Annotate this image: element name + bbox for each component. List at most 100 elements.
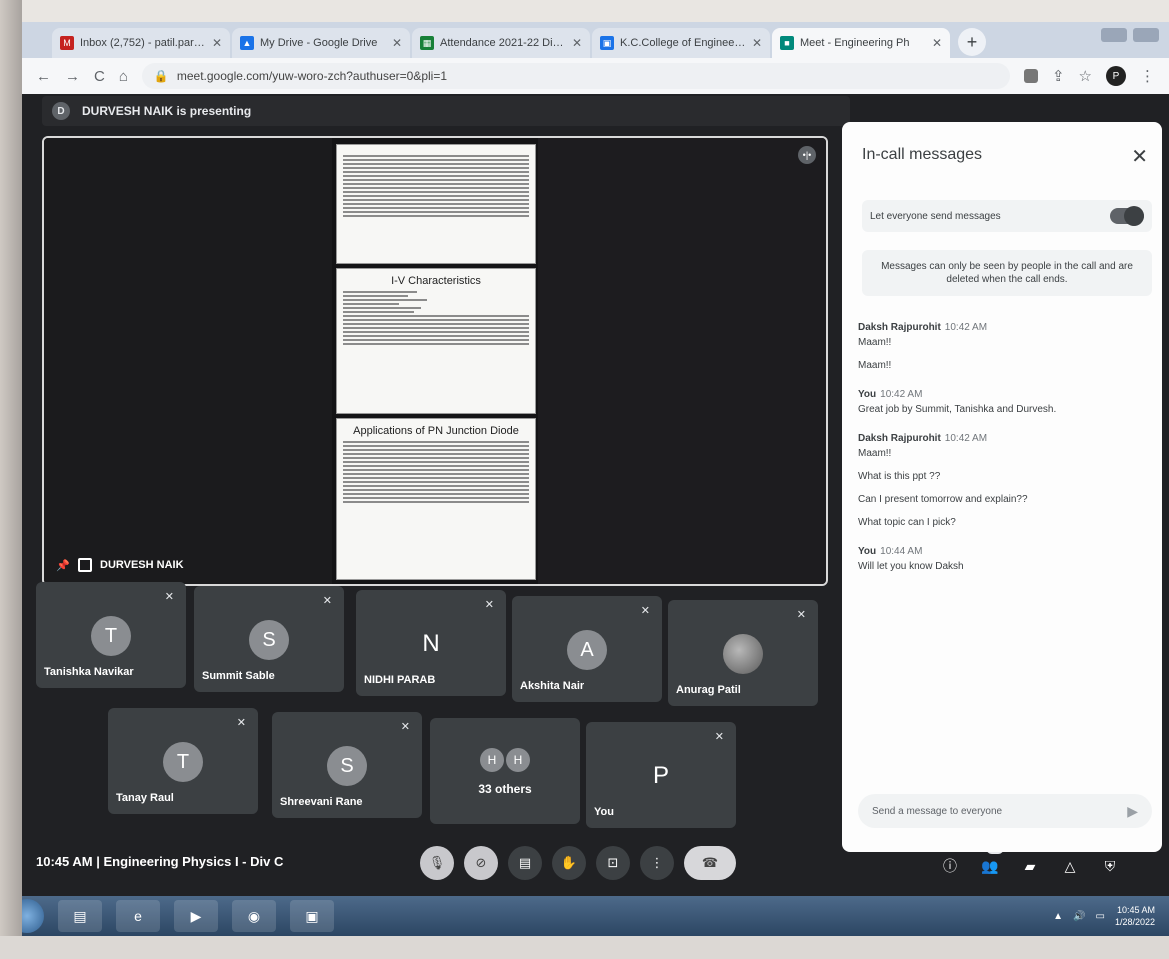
slide-iv-characteristics: I-V Characteristics (336, 268, 536, 414)
message-time: 10:42 AM (944, 433, 988, 444)
activities-button[interactable]: △ (1060, 856, 1080, 876)
photo-bezel-top (0, 0, 1169, 22)
tab-attendance-sheet[interactable]: ▦ Attendance 2021-22 Div C ✕ (412, 28, 590, 58)
pin-icon[interactable]: 📌 (56, 558, 70, 572)
minimize-button[interactable] (1101, 28, 1127, 42)
present-button[interactable]: ⊡ (596, 846, 630, 880)
message-sender: Daksh Rajpurohit (858, 322, 941, 333)
participant-tile[interactable]: ✕ Anurag Patil (668, 600, 818, 706)
drive-icon: ▲ (240, 36, 254, 50)
avatar: H (480, 748, 504, 772)
participant-tile[interactable]: ✕ S Summit Sable (194, 586, 344, 692)
tab-close-icon[interactable]: ✕ (932, 36, 942, 50)
tab-google-meet[interactable]: ■ Meet - Engineering Ph ✕ (772, 28, 950, 58)
participant-tile[interactable]: ✕ A Akshita Nair (512, 596, 662, 702)
participant-tile[interactable]: ✕ S Shreevani Rane (272, 712, 422, 818)
mic-off-icon: ✕ (484, 599, 494, 611)
menu-dots-icon[interactable]: ⋮ (1140, 67, 1155, 85)
media-player-icon[interactable]: ▶ (174, 900, 218, 932)
tab-close-icon[interactable]: ✕ (392, 36, 402, 50)
chat-panel-title: In-call messages (862, 146, 983, 163)
bookmark-star-icon[interactable]: ☆ (1079, 67, 1092, 85)
browser-tab-strip: M Inbox (2,752) - patil.parvel@... ✕ ▲ M… (22, 22, 1169, 58)
window-controls (1101, 28, 1159, 42)
hand-icon: ✋ (560, 855, 578, 870)
send-icon[interactable]: ▶ (1127, 803, 1138, 820)
mic-off-icon: ✕ (640, 605, 650, 617)
send-messages-toggle[interactable] (1110, 206, 1144, 226)
tab-kc-college[interactable]: ▣ K.C.College of Engineering ✕ (592, 28, 770, 58)
meeting-info: 10:45 AM | Engineering Physics I - Div C (36, 854, 284, 869)
tab-close-icon[interactable]: ✕ (212, 36, 222, 50)
message-input[interactable]: Send a message to everyone ▶ (858, 794, 1152, 828)
message-group: You 10:44 AM Will let you know Daksh (858, 546, 1152, 572)
lock-icon: 🔒 (153, 69, 169, 83)
share-icon[interactable]: ⇪ (1052, 67, 1065, 85)
reload-icon[interactable]: C (94, 68, 105, 85)
participant-tile[interactable]: ✕ N NIDHI PARAB (356, 590, 506, 696)
people-button[interactable]: 42 👥 (980, 842, 1005, 876)
tab-google-drive[interactable]: ▲ My Drive - Google Drive ✕ (232, 28, 410, 58)
participant-tile[interactable]: ✕ T Tanishka Navikar (36, 582, 186, 688)
shared-slides: I-V Characteristics Applications of PN J… (336, 144, 536, 584)
message-text: Maam!! (858, 337, 892, 348)
participant-tile[interactable]: ✕ T Tanay Raul (108, 708, 258, 814)
participant-name: NIDHI PARAB (364, 674, 436, 686)
participant-name: You (594, 806, 614, 818)
forward-arrow-icon[interactable]: → (65, 68, 80, 85)
hang-up-icon: ☎ (701, 855, 719, 870)
close-icon[interactable]: ✕ (1131, 144, 1148, 169)
file-explorer-icon[interactable]: ▤ (58, 900, 102, 932)
participant-name: Akshita Nair (520, 680, 585, 692)
screen-share-icon (78, 558, 92, 572)
url-field[interactable]: 🔒 meet.google.com/yuw-woro-zch?authuser=… (141, 63, 1010, 89)
message-input-placeholder: Send a message to everyone (872, 805, 1003, 817)
back-arrow-icon[interactable]: ← (36, 68, 51, 85)
tab-label: Attendance 2021-22 Div C (440, 37, 566, 49)
others-count: 33 others (478, 782, 532, 796)
avatar: S (327, 746, 367, 786)
raise-hand-button[interactable]: ✋ (552, 846, 586, 880)
meet-window: D DURVESH NAIK is presenting I-V Charact… (22, 94, 1169, 906)
home-icon[interactable]: ⌂ (119, 68, 128, 85)
maximize-button[interactable] (1133, 28, 1159, 42)
mic-toggle-button[interactable]: 🎙 (420, 846, 454, 880)
new-tab-button[interactable]: + (958, 28, 986, 56)
host-controls-button[interactable]: ⛨ (1100, 856, 1120, 876)
presentation-stage[interactable]: I-V Characteristics Applications of PN J… (42, 136, 828, 586)
chrome-icon[interactable]: ◉ (232, 900, 276, 932)
system-tray: ▲ 🔊 ▭ 10:45 AM 1/28/2022 (1053, 904, 1155, 928)
leave-call-button[interactable]: ☎ (684, 846, 736, 880)
meet-icon: ■ (780, 36, 794, 50)
tab-gmail[interactable]: M Inbox (2,752) - patil.parvel@... ✕ (52, 28, 230, 58)
extension-icon[interactable] (1023, 69, 1038, 83)
tab-close-icon[interactable]: ✕ (572, 36, 582, 50)
camera-toggle-button[interactable]: ⊘ (464, 846, 498, 880)
system-clock[interactable]: 10:45 AM 1/28/2022 (1115, 904, 1155, 928)
internet-explorer-icon[interactable]: e (116, 900, 160, 932)
slide-text-block (336, 144, 536, 264)
app-window-icon[interactable]: ▣ (290, 900, 334, 932)
participant-name: Tanay Raul (116, 792, 174, 804)
tab-close-icon[interactable]: ✕ (752, 36, 762, 50)
meeting-details-button[interactable]: ⓘ (940, 856, 960, 876)
present-icon: ⊡ (607, 855, 619, 870)
volume-icon[interactable]: 🔊 (1073, 911, 1085, 922)
network-icon[interactable]: ▭ (1096, 911, 1105, 922)
message-sender: You (858, 389, 877, 400)
clock-date: 1/28/2022 (1114, 917, 1155, 927)
self-tile[interactable]: ✕ P You (586, 722, 736, 828)
chat-button[interactable]: ▰ (1020, 856, 1040, 876)
mic-off-icon: ✕ (236, 717, 246, 729)
tray-arrow-icon[interactable]: ▲ (1053, 911, 1063, 922)
info-icon: ⓘ (943, 858, 957, 874)
captions-button[interactable]: ▤ (508, 846, 542, 880)
more-options-button[interactable]: ⋮ (640, 846, 674, 880)
message-sender: You (858, 546, 877, 557)
profile-avatar[interactable]: P (1106, 66, 1126, 86)
participant-name: Anurag Patil (676, 684, 741, 696)
presenting-text: DURVESH NAIK is presenting (82, 104, 252, 118)
presenting-banner: D DURVESH NAIK is presenting (42, 96, 850, 126)
others-tile[interactable]: H H 33 others (430, 718, 580, 824)
slide-title: Applications of PN Junction Diode (353, 425, 519, 437)
